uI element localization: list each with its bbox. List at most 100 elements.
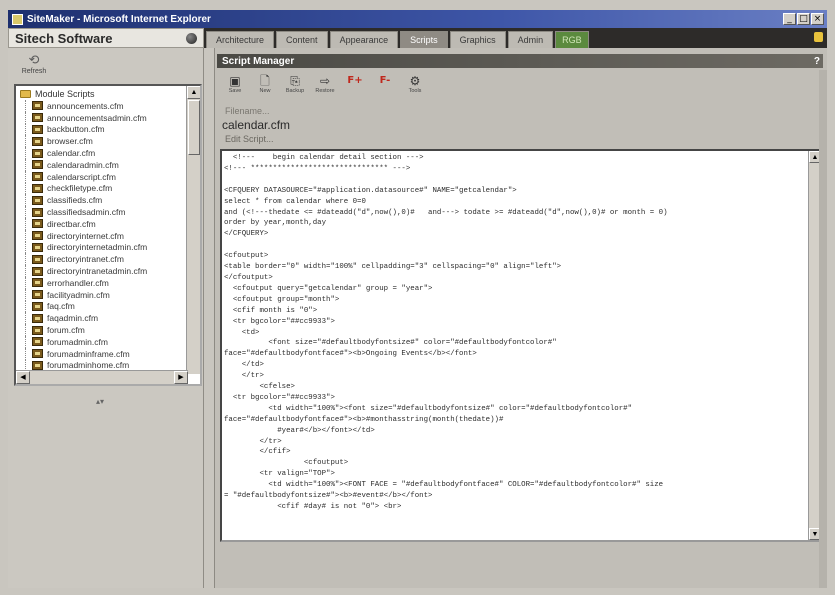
tree-item-script[interactable]: directoryintranetadmin.cfm [20, 265, 188, 277]
tree-item-script[interactable]: calendar.cfm [20, 147, 188, 159]
maximize-button[interactable]: □ [797, 13, 810, 25]
window-title: SiteMaker - Microsoft Internet Explorer [27, 13, 211, 25]
tree-item-label: forumadmin.cfm [47, 336, 108, 347]
scroll-right-icon[interactable]: ▶ [174, 371, 188, 384]
tree-root[interactable]: Module Scripts [20, 88, 188, 100]
tree-root-label: Module Scripts [35, 89, 95, 99]
tools-label: Tools [408, 88, 422, 94]
save-label: Save [228, 88, 242, 94]
backup-icon: ⎘ [290, 74, 300, 88]
tab-graphics[interactable]: Graphics [449, 31, 506, 48]
tools-button[interactable]: ⚙ Tools [403, 74, 427, 100]
font-decrease-button[interactable]: F- [373, 74, 397, 100]
tree-item-script[interactable]: faq.cfm [20, 300, 188, 313]
tree-item-script[interactable]: classifiedsadmin.cfm [20, 206, 188, 218]
tree-item-script[interactable]: checkfiletype.cfm [20, 182, 188, 195]
save-button[interactable]: ▣ Save [223, 74, 247, 100]
current-filename: calendar.cfm [222, 118, 291, 132]
script-file-icon [32, 136, 43, 146]
tree-horizontal-scrollbar[interactable]: ◀ ▶ [16, 370, 188, 384]
tab-rgb[interactable]: RGB [555, 31, 589, 48]
backup-label: Backup [285, 88, 305, 94]
tree-item-script[interactable]: directoryinternet.cfm [20, 229, 188, 242]
tree-item-script[interactable]: classifieds.cfm [20, 194, 188, 206]
new-label: New [259, 88, 271, 94]
tree-item-script[interactable]: calendarscript.cfm [20, 170, 188, 183]
page-scrollbar[interactable] [819, 70, 827, 588]
lock-icon[interactable] [814, 32, 823, 42]
script-file-icon [32, 242, 43, 252]
restore-label: Restore [315, 88, 335, 94]
script-file-icon [32, 349, 43, 359]
scroll-up-icon[interactable]: ▲ [187, 86, 200, 99]
script-editor[interactable]: <!--- begin calendar detail section --->… [220, 149, 823, 542]
script-manager-panel: Script Manager ? ▣ Save 🗋 New ⎘ Backup ⇨… [214, 48, 827, 588]
tree-item-script[interactable]: errorhandler.cfm [20, 276, 188, 289]
tree-item-script[interactable]: announcements.cfm [20, 100, 188, 112]
tree-item-label: faqadmin.cfm [47, 313, 99, 324]
resize-grip-icon[interactable]: ▴▾ [96, 397, 104, 406]
tree-item-script[interactable]: forumadminframe.cfm [20, 347, 188, 360]
script-file-icon [32, 325, 43, 335]
tree-item-script[interactable]: directoryinternetadmin.cfm [20, 241, 188, 254]
tree-item-script[interactable]: faqadmin.cfm [20, 312, 188, 324]
brand-name: Sitech Software [15, 30, 113, 46]
script-file-icon [32, 172, 43, 182]
tree-item-script[interactable]: directoryintranet.cfm [20, 253, 188, 265]
tab-scripts[interactable]: Scripts [400, 31, 448, 48]
refresh-button[interactable]: ⟲ Refresh [14, 54, 54, 76]
restore-button[interactable]: ⇨ Restore [313, 74, 337, 100]
script-file-icon [32, 290, 43, 300]
tree-item-label: faq.cfm [47, 301, 75, 312]
tree-item-script[interactable]: backbutton.cfm [20, 123, 188, 136]
tools-icon: ⚙ [409, 74, 421, 88]
tree-item-script[interactable]: browser.cfm [20, 135, 188, 147]
globe-icon[interactable] [186, 32, 197, 44]
tree-item-label: directbar.cfm [47, 218, 96, 229]
minimize-button[interactable]: _ [783, 13, 796, 25]
tree-item-script[interactable]: forumadmin.cfm [20, 335, 188, 348]
script-file-icon [32, 195, 43, 205]
close-button[interactable]: × [811, 13, 824, 25]
font-decrease-icon: F- [379, 75, 391, 86]
new-button[interactable]: 🗋 New [253, 74, 277, 100]
tree-item-script[interactable]: directbar.cfm [20, 217, 188, 230]
tree-item-label: checkfiletype.cfm [47, 183, 113, 194]
tree-item-script[interactable]: forum.cfm [20, 324, 188, 336]
tab-architecture[interactable]: Architecture [206, 31, 275, 48]
script-file-icon [32, 148, 43, 158]
tree-item-label: classifiedsadmin.cfm [47, 207, 126, 218]
tree-item-label: errorhandler.cfm [47, 277, 109, 288]
tree-item-script[interactable]: facilityadmin.cfm [20, 288, 188, 301]
tab-appearance[interactable]: Appearance [329, 31, 399, 48]
help-button[interactable]: ? [814, 56, 820, 67]
script-file-icon [32, 207, 43, 217]
script-file-icon [32, 337, 43, 347]
scroll-left-icon[interactable]: ◀ [16, 371, 30, 384]
tree-item-label: backbutton.cfm [47, 124, 105, 135]
save-icon: ▣ [229, 74, 241, 88]
tree-item-label: announcements.cfm [47, 100, 124, 111]
tree-item-label: calendarscript.cfm [47, 171, 116, 182]
tree-item-label: classifieds.cfm [47, 195, 103, 206]
script-file-icon [32, 113, 43, 123]
tree-item-label: forumadminhome.cfm [47, 360, 130, 371]
tree-item-script[interactable]: calendaradmin.cfm [20, 158, 188, 171]
tree-item-label: calendaradmin.cfm [47, 159, 119, 170]
window-title-bar: SiteMaker - Microsoft Internet Explorer … [8, 10, 827, 28]
script-code[interactable]: <!--- begin calendar detail section --->… [224, 153, 804, 539]
script-file-icon [32, 301, 43, 311]
tree-item-script[interactable]: announcementsadmin.cfm [20, 111, 188, 124]
edit-script-label: Edit Script... [225, 134, 274, 144]
font-increase-button[interactable]: F+ [343, 74, 367, 100]
tree-item-label: directoryintranet.cfm [47, 254, 124, 265]
font-increase-icon: F+ [347, 75, 363, 86]
tab-admin[interactable]: Admin [507, 31, 554, 48]
module-scripts-tree: Module Scripts announcements.cfm announce… [14, 84, 202, 386]
tab-content[interactable]: Content [276, 31, 328, 48]
backup-button[interactable]: ⎘ Backup [283, 74, 307, 100]
script-file-icon [32, 254, 43, 264]
script-file-icon [32, 360, 43, 370]
tree-vertical-scrollbar[interactable]: ▲ [186, 86, 200, 374]
scroll-thumb[interactable] [188, 100, 200, 155]
